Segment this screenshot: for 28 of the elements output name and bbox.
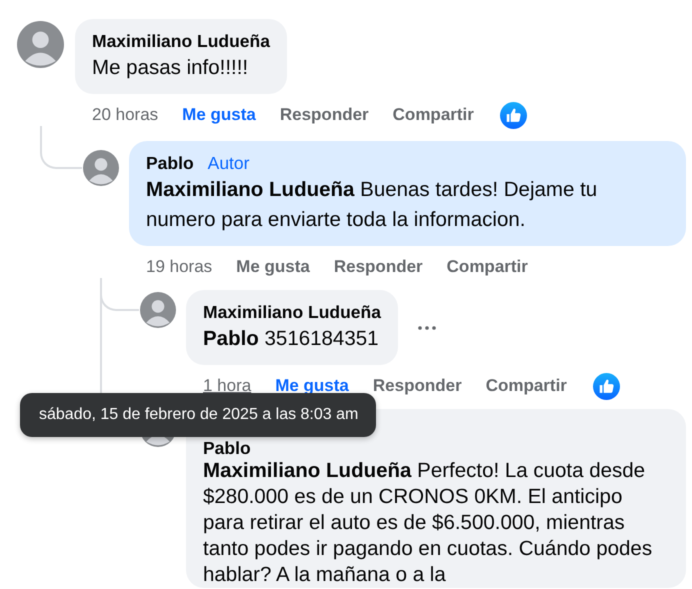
- avatar-icon[interactable]: [83, 150, 119, 186]
- reply-link[interactable]: Responder: [372, 376, 462, 396]
- like-link[interactable]: Me gusta: [236, 257, 310, 277]
- author-name[interactable]: Pablo: [146, 151, 194, 175]
- avatar-icon[interactable]: [140, 292, 176, 328]
- author-label: Autor: [208, 152, 250, 175]
- date-tooltip: sábado, 15 de febrero de 2025 a las 8:03 am: [20, 393, 376, 437]
- reply-link[interactable]: Responder: [334, 257, 423, 277]
- comment-text: Pablo 3516184351: [203, 326, 380, 352]
- reply-link[interactable]: Responder: [280, 105, 369, 125]
- timestamp-link[interactable]: 20 horas: [92, 105, 158, 125]
- thumbs-up-icon[interactable]: [500, 102, 527, 128]
- share-link[interactable]: Compartir: [486, 376, 567, 396]
- author-name[interactable]: Maximiliano Ludueña: [203, 300, 381, 324]
- comment-text: Maximiliano Ludueña Buenas tardes! Dejame tu numero para enviarte toda la informacion.: [146, 177, 598, 233]
- comment-text: Me pasas info!!!!!: [92, 55, 250, 81]
- thread-line: [40, 126, 82, 169]
- comment-text: Maximiliano Ludueña Perfecto! La cuota desde $280.000 es de un CRONOS 0KM. El anticipo para retirar el auto es de $6.500.000, mientras tanto podes ir pagando en cuotas. Cuándo podes hablar? A la mañana o a la: [203, 458, 654, 588]
- timestamp-link[interactable]: 1 hora: [203, 376, 252, 396]
- avatar-icon[interactable]: [17, 21, 64, 68]
- author-name[interactable]: Maximiliano Ludueña: [92, 29, 270, 53]
- like-link[interactable]: Me gusta: [275, 376, 349, 396]
- like-link[interactable]: Me gusta: [182, 105, 256, 125]
- thumbs-up-icon[interactable]: [592, 372, 620, 400]
- share-link[interactable]: Compartir: [392, 105, 474, 125]
- more-icon[interactable]: [418, 326, 436, 330]
- share-link[interactable]: Compartir: [446, 257, 528, 277]
- timestamp-link[interactable]: 19 horas: [146, 257, 212, 277]
